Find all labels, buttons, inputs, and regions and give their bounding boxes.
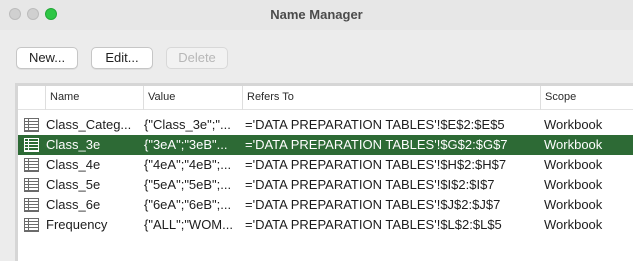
refers-to-cell: ='DATA PREPARATION TABLES'!$H$2:$H$7	[245, 157, 507, 172]
names-table: Name Value Refers To Scope Class_Categ..…	[15, 83, 633, 261]
column-header-name[interactable]: Name	[45, 86, 143, 110]
name-cell: Class_4e	[46, 157, 101, 172]
table-row[interactable]: Frequency {"ALL";"WOM... ='DATA PREPARATIO…	[18, 215, 633, 235]
column-header-icon[interactable]	[18, 86, 45, 110]
range-grid-icon	[24, 218, 39, 232]
value-cell: {"ALL";"WOM...	[144, 217, 233, 232]
refers-to-cell: ='DATA PREPARATION TABLES'!$E$2:$E$5	[245, 117, 505, 132]
value-cell: {"3eA";"3eB"...	[144, 137, 228, 152]
refers-to-cell: ='DATA PREPARATION TABLES'!$I$2:$I$7	[245, 177, 495, 192]
table-body: Class_Categ... {"Class_3e";"... ='DATA PRE…	[18, 115, 633, 235]
edit-button[interactable]: Edit...	[91, 47, 153, 69]
table-row[interactable]: Class_4e {"4eA";"4eB";... ='DATA PREPARATI…	[18, 155, 633, 175]
row-icon-cell	[24, 155, 40, 175]
range-grid-icon	[24, 118, 39, 132]
column-header-scope[interactable]: Scope	[540, 86, 633, 110]
value-cell: {"6eA";"6eB";...	[144, 197, 232, 212]
column-header-value[interactable]: Value	[143, 86, 242, 110]
value-cell: {"4eA";"4eB";...	[144, 157, 232, 172]
title-bar: Name Manager	[0, 0, 633, 30]
row-icon-cell	[24, 215, 40, 235]
row-icon-cell	[24, 115, 40, 135]
refers-to-cell: ='DATA PREPARATION TABLES'!$L$2:$L$5	[245, 217, 502, 232]
value-cell: {"Class_3e";"...	[144, 117, 231, 132]
new-button[interactable]: New...	[16, 47, 78, 69]
scope-cell: Workbook	[544, 137, 603, 152]
range-grid-icon	[24, 138, 39, 152]
window-title: Name Manager	[270, 7, 363, 22]
range-grid-icon	[24, 198, 39, 212]
name-cell: Frequency	[46, 217, 108, 232]
table-row[interactable]: Class_Categ... {"Class_3e";"... ='DATA PRE…	[18, 115, 633, 135]
row-icon-cell	[24, 175, 40, 195]
range-grid-icon	[24, 178, 39, 192]
table-row[interactable]: Class_5e {"5eA";"5eB";... ='DATA PREPARATI…	[18, 175, 633, 195]
table-row[interactable]: Class_3e {"3eA";"3eB"... ='DATA PREPARATIO…	[18, 135, 633, 155]
row-icon-cell	[24, 135, 40, 155]
name-cell: Class_Categ...	[46, 117, 132, 132]
scope-cell: Workbook	[544, 117, 603, 132]
scope-cell: Workbook	[544, 217, 603, 232]
delete-button[interactable]: Delete	[166, 47, 228, 69]
table-header: Name Value Refers To Scope	[18, 86, 633, 110]
scope-cell: Workbook	[544, 177, 603, 192]
name-cell: Class_3e	[46, 137, 101, 152]
row-icon-cell	[24, 195, 40, 215]
range-grid-icon	[24, 158, 39, 172]
column-header-refers-to[interactable]: Refers To	[242, 86, 540, 110]
scope-cell: Workbook	[544, 197, 603, 212]
name-cell: Class_5e	[46, 177, 101, 192]
scope-cell: Workbook	[544, 157, 603, 172]
toolbar: New... Edit... Delete	[0, 44, 633, 72]
name-cell: Class_6e	[46, 197, 101, 212]
refers-to-cell: ='DATA PREPARATION TABLES'!$J$2:$J$7	[245, 197, 501, 212]
refers-to-cell: ='DATA PREPARATION TABLES'!$G$2:$G$7	[245, 137, 508, 152]
table-row[interactable]: Class_6e {"6eA";"6eB";... ='DATA PREPARATI…	[18, 195, 633, 215]
value-cell: {"5eA";"5eB";...	[144, 177, 232, 192]
